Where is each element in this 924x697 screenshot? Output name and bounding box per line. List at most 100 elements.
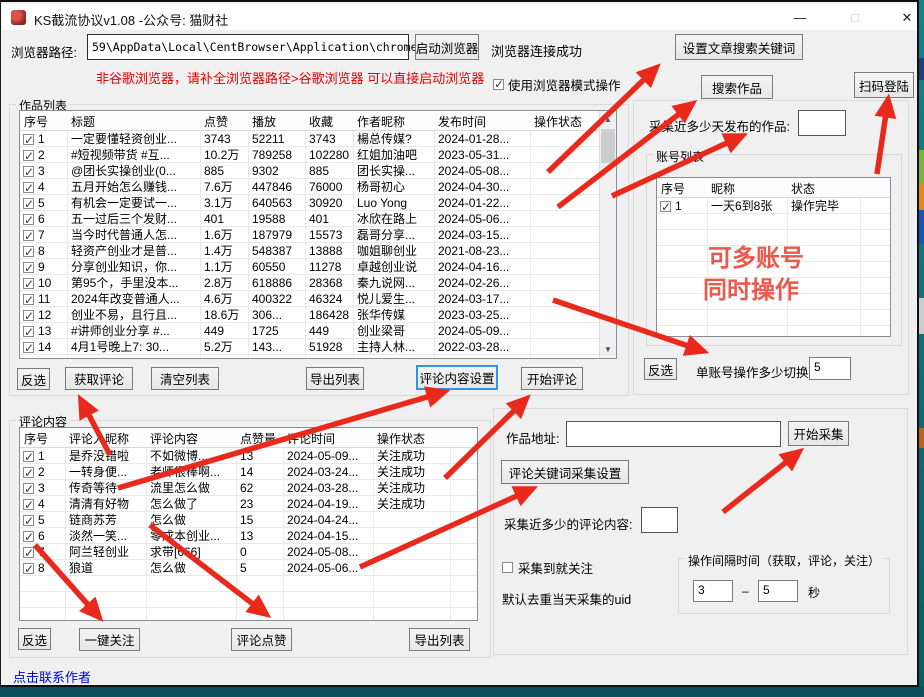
scrollbar-thumb[interactable] bbox=[601, 129, 615, 163]
comments-header-cell[interactable]: 序号 bbox=[20, 428, 65, 447]
row-checkbox[interactable] bbox=[23, 196, 34, 211]
browser-mode-checkbox[interactable]: 使用浏览器模式操作 bbox=[493, 75, 621, 94]
collect-days-input[interactable] bbox=[798, 110, 846, 136]
comment-settings-button[interactable]: 评论内容设置 bbox=[416, 365, 498, 390]
works-table-row[interactable]: 10 第95个，手里没本... 2.8万 618886 28368 秦九说网..… bbox=[20, 275, 599, 291]
works-table-row[interactable]: 2 #短视频带货 #互... 10.2万 789258 102280 红姐加油吧… bbox=[20, 147, 599, 163]
comment-like-button[interactable]: 评论点赞 bbox=[231, 628, 292, 651]
comments-table-row[interactable]: 7 阿兰轻创业 求带[666] 0 2024-05-08... bbox=[20, 544, 477, 560]
row-checkbox[interactable] bbox=[23, 340, 34, 355]
works-invert-button[interactable]: 反选 bbox=[17, 368, 50, 390]
comments-header-cell[interactable]: 评论时间 bbox=[283, 428, 373, 447]
browser-path-input[interactable]: 59\AppData\Local\CentBrowser\Application… bbox=[87, 34, 445, 60]
works-table-row[interactable] bbox=[20, 355, 599, 358]
works-table-row[interactable]: 14 4月1号晚上7: 30... 5.2万 143... 51928 主持人林… bbox=[20, 339, 599, 355]
minimize-button[interactable]: — bbox=[785, 8, 815, 28]
row-checkbox[interactable] bbox=[23, 545, 34, 560]
row-checkbox[interactable] bbox=[23, 561, 34, 576]
works-table-row[interactable]: 6 五一过后三个发财... 401 19588 401 冰欣在路上 2024-0… bbox=[20, 211, 599, 227]
comments-table-row[interactable]: 8 狼道 怎么做 5 2024-05-06... bbox=[20, 560, 477, 576]
comments-table-row[interactable]: 4 清清有好物 怎么做了 23 2024-04-19... 关注成功 bbox=[20, 496, 477, 512]
row-checkbox[interactable] bbox=[23, 356, 34, 358]
search-works-button[interactable]: 搜索作品 bbox=[701, 75, 773, 99]
accounts-invert-button[interactable]: 反选 bbox=[644, 358, 677, 380]
works-header-cell[interactable]: 点赞 bbox=[200, 111, 248, 130]
works-table-row[interactable]: 4 五月开始怎么赚钱... 7.6万 447846 76000 杨哥初心 202… bbox=[20, 179, 599, 195]
follow-on-collect-checkbox[interactable]: 采集到就关注 bbox=[502, 558, 593, 577]
accounts-header-cell[interactable]: 状态 bbox=[787, 178, 860, 197]
row-checkbox[interactable] bbox=[23, 481, 34, 496]
scroll-up-icon[interactable]: ▲ bbox=[600, 111, 616, 128]
accounts-header-cell[interactable]: 昵称 bbox=[707, 178, 787, 197]
works-header-cell[interactable]: 操作状态 bbox=[530, 111, 599, 130]
works-table-row[interactable]: 12 创业不易，且行且... 18.6万 306... 186428 张华传媒 … bbox=[20, 307, 599, 323]
row-checkbox[interactable] bbox=[23, 132, 34, 147]
scroll-down-icon[interactable]: ▼ bbox=[600, 341, 616, 358]
works-header-cell[interactable]: 序号 bbox=[20, 111, 67, 130]
works-export-button[interactable]: 导出列表 bbox=[306, 367, 364, 390]
works-table-row[interactable]: 1 一定要懂轻资创业... 3743 52211 3743 楊总传媒? 2024… bbox=[20, 131, 599, 147]
get-comments-button[interactable]: 获取评论 bbox=[65, 367, 133, 390]
works-table-row[interactable]: 9 分享创业知识，你... 1.1万 60550 11278 卓越创业说 202… bbox=[20, 259, 599, 275]
start-comment-button[interactable]: 开始评论 bbox=[521, 367, 583, 390]
row-checkbox[interactable] bbox=[23, 529, 34, 544]
works-table-row[interactable]: 7 当今时代普通人怎... 1.6万 187979 15573 磊哥分享... … bbox=[20, 227, 599, 243]
row-checkbox[interactable] bbox=[23, 449, 34, 464]
scan-login-button[interactable]: 扫码登陆 bbox=[854, 72, 914, 98]
works-header-cell[interactable]: 作者昵称 bbox=[353, 111, 434, 130]
follow-all-button[interactable]: 一键关注 bbox=[79, 628, 140, 651]
row-checkbox[interactable] bbox=[23, 212, 34, 227]
launch-browser-button[interactable]: 启动浏览器 bbox=[415, 34, 479, 60]
row-checkbox[interactable] bbox=[23, 228, 34, 243]
clear-list-button[interactable]: 清空列表 bbox=[151, 367, 219, 390]
works-table-row[interactable]: 13 #讲师创业分享 #... 449 1725 449 创业梁哥 2024-0… bbox=[20, 323, 599, 339]
row-checkbox[interactable] bbox=[23, 276, 34, 291]
comments-invert-button[interactable]: 反选 bbox=[18, 628, 51, 650]
works-scrollbar[interactable]: ▲ ▼ bbox=[599, 111, 616, 358]
comments-table-row[interactable]: 2 一转身便... 老师很棒啊... 14 2024-03-24... 关注成功 bbox=[20, 464, 477, 480]
comments-header-cell[interactable]: 操作状态 bbox=[373, 428, 450, 447]
collect-count-input[interactable] bbox=[641, 507, 678, 533]
comments-table-row[interactable]: 6 淡然一笑... 零成本创业... 13 2024-04-15... bbox=[20, 528, 477, 544]
comments-export-button[interactable]: 导出列表 bbox=[409, 628, 470, 651]
row-checkbox[interactable] bbox=[23, 513, 34, 528]
comments-header-cell[interactable]: 评论内容 bbox=[146, 428, 236, 447]
works-table-row[interactable]: 5 有机会一定要试一... 3.1万 640563 30920 Luo Yong… bbox=[20, 195, 599, 211]
row-checkbox[interactable] bbox=[23, 148, 34, 163]
row-checkbox[interactable] bbox=[23, 465, 34, 480]
works-header-cell[interactable]: 标题 bbox=[67, 111, 200, 130]
row-checkbox[interactable] bbox=[23, 497, 34, 512]
row-checkbox[interactable] bbox=[23, 292, 34, 307]
comment-keyword-collect-button[interactable]: 评论关键词采集设置 bbox=[501, 460, 629, 484]
interval-from-input[interactable]: 3 bbox=[693, 580, 733, 602]
close-button[interactable]: ✕ bbox=[892, 8, 922, 28]
start-collect-button[interactable]: 开始采集 bbox=[788, 421, 849, 446]
contact-author-link[interactable]: 点击联系作者 bbox=[13, 667, 91, 686]
comments-header-cell[interactable]: 点赞量 bbox=[236, 428, 283, 447]
account-switch-input[interactable]: 5 bbox=[809, 357, 851, 380]
works-header-cell[interactable]: 播放 bbox=[248, 111, 305, 130]
work-url-input[interactable] bbox=[566, 421, 781, 447]
row-checkbox[interactable] bbox=[23, 180, 34, 195]
row-checkbox[interactable] bbox=[23, 324, 34, 339]
row-checkbox[interactable] bbox=[23, 244, 34, 259]
set-article-keyword-button[interactable]: 设置文章搜索关键词 bbox=[675, 34, 803, 60]
accounts-table-row[interactable]: 1 一天6到8张 操作完毕 bbox=[657, 198, 890, 214]
accounts-header-cell[interactable]: 序号 bbox=[657, 178, 707, 197]
interval-to-input[interactable]: 5 bbox=[758, 580, 798, 602]
row-checkbox[interactable] bbox=[23, 164, 34, 179]
comments-table-row[interactable]: 3 传奇等待 流里怎么做 62 2024-03-28... 关注成功 bbox=[20, 480, 477, 496]
comments-table-row[interactable]: 1 是乔没错啦 不如微博... 13 2024-05-09... 关注成功 bbox=[20, 448, 477, 464]
works-table-row[interactable]: 3 @团长实操创业(0... 885 9302 885 团长实操... 2024… bbox=[20, 163, 599, 179]
works-table-row[interactable]: 8 轻资产创业才是普... 1.4万 548387 13888 咖姐聊创业 20… bbox=[20, 243, 599, 259]
works-header-cell[interactable]: 收藏 bbox=[305, 111, 353, 130]
row-checkbox[interactable] bbox=[23, 308, 34, 323]
checkbox-icon[interactable] bbox=[502, 562, 513, 573]
checkbox-icon[interactable] bbox=[493, 77, 504, 91]
works-header-cell[interactable]: 发布时间 bbox=[434, 111, 530, 130]
row-checkbox[interactable] bbox=[23, 260, 34, 275]
comments-header-cell[interactable]: 评论人昵称 bbox=[65, 428, 146, 447]
comments-table-row[interactable]: 5 链商苏芳 怎么做 15 2024-04-24... bbox=[20, 512, 477, 528]
works-table-row[interactable]: 11 2024年改变普通人... 4.6万 400322 46324 悦儿爱生.… bbox=[20, 291, 599, 307]
row-checkbox[interactable] bbox=[660, 199, 671, 214]
